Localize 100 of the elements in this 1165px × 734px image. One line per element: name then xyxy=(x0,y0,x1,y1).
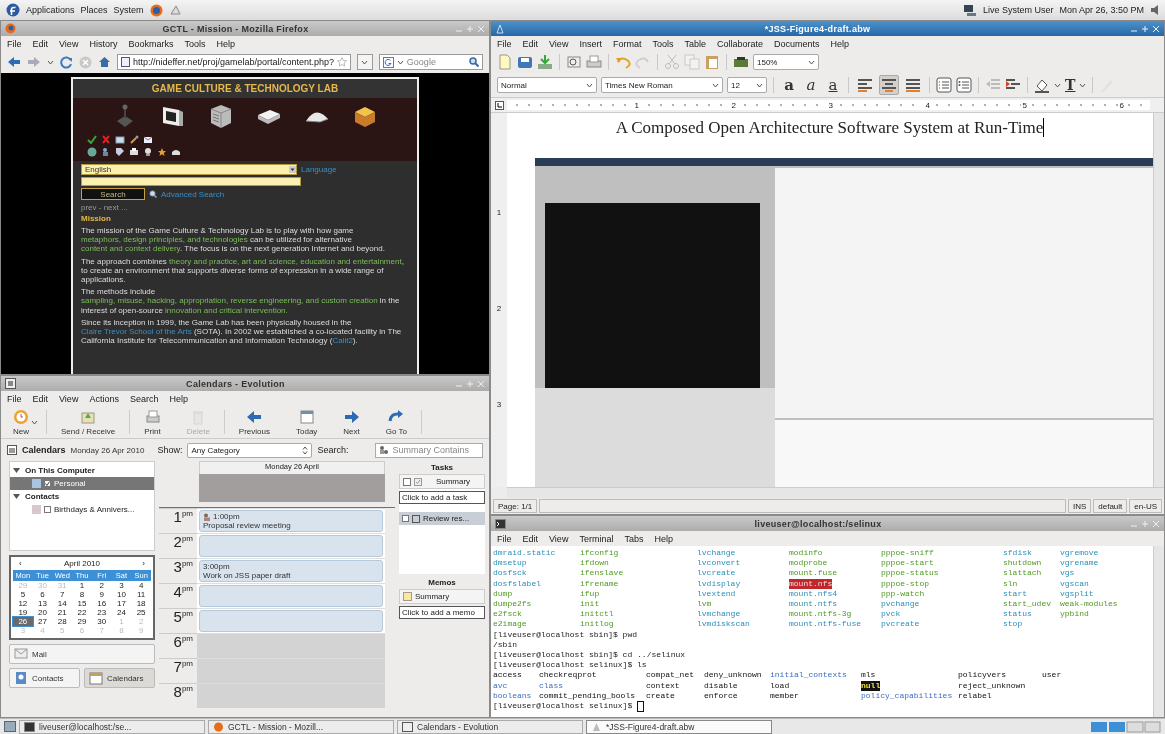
cross-icon[interactable] xyxy=(101,135,111,144)
user-name[interactable]: Live System User xyxy=(982,5,1054,15)
browser-launcher-icon[interactable] xyxy=(149,3,163,17)
menu-item[interactable]: Edit xyxy=(32,393,49,404)
menu-item[interactable]: View xyxy=(59,38,79,49)
day-cell[interactable]: 29 xyxy=(72,617,92,626)
calendars-button[interactable]: Calendars xyxy=(84,668,155,688)
menu-item[interactable]: Edit xyxy=(32,38,49,49)
taskbar-button[interactable]: Calendars - Evolution xyxy=(397,719,583,734)
day-cell[interactable]: 17 xyxy=(111,599,132,608)
today-button[interactable]: Today xyxy=(284,408,330,436)
menu-item[interactable]: Insert xyxy=(579,38,602,49)
search-icon[interactable] xyxy=(149,190,157,198)
people-icon[interactable] xyxy=(101,147,111,157)
category-dropdown[interactable]: Any Category xyxy=(187,442,313,458)
next-button[interactable]: Next xyxy=(331,408,372,436)
fill-color-icon[interactable] xyxy=(1034,77,1050,93)
fedora-logo-icon[interactable] xyxy=(6,3,20,17)
back-icon[interactable] xyxy=(7,56,21,68)
menu-item[interactable]: Tools xyxy=(652,38,674,49)
vertical-scrollbar[interactable] xyxy=(1153,113,1164,487)
day-cell[interactable]: 24 xyxy=(111,608,132,617)
menu-item[interactable]: Help xyxy=(830,38,850,49)
calendar-item[interactable]: Personal xyxy=(10,477,154,490)
menu-item[interactable]: Help xyxy=(654,533,673,544)
star-icon[interactable] xyxy=(337,57,347,67)
wrench-icon[interactable] xyxy=(129,135,139,144)
tab-stop-icon[interactable] xyxy=(494,100,504,110)
text-color-button[interactable]: T xyxy=(1065,77,1076,93)
clock[interactable]: Mon Apr 26, 3:50 PM xyxy=(1059,5,1144,15)
network-icon[interactable] xyxy=(962,3,977,17)
checkbox[interactable] xyxy=(402,515,409,522)
medal-icon[interactable] xyxy=(157,147,167,157)
link[interactable]: sampling, misuse, hacking, appropriation, reverse engineering, xyxy=(81,296,304,306)
home-icon[interactable] xyxy=(98,56,111,68)
card-icon[interactable] xyxy=(115,135,125,144)
day-cell[interactable]: 12 xyxy=(13,599,33,608)
expanded-arrow-icon[interactable] xyxy=(13,493,20,500)
link[interactable]: Claire Trevor School of the Arts xyxy=(81,327,192,337)
menu-item[interactable]: Bookmarks xyxy=(128,38,174,49)
search-button[interactable]: Search xyxy=(81,188,145,200)
language-select[interactable]: English xyxy=(81,164,297,175)
menu-item[interactable]: Edit xyxy=(522,533,539,544)
day-cell[interactable]: 9 xyxy=(91,590,112,599)
search-field[interactable] xyxy=(81,177,301,186)
reload-icon[interactable] xyxy=(60,55,73,69)
contacts-button[interactable]: Contacts xyxy=(9,668,80,688)
link[interactable]: and custom creation xyxy=(303,296,378,306)
search-options-icon[interactable] xyxy=(379,445,390,455)
new-button[interactable]: New xyxy=(7,408,44,436)
language-link[interactable]: Language xyxy=(301,165,337,174)
search-icon[interactable] xyxy=(469,57,479,67)
search-engine-icon[interactable] xyxy=(382,56,394,68)
menu-item[interactable]: Help xyxy=(216,38,235,49)
tag-icon[interactable] xyxy=(115,147,125,157)
save-icon[interactable] xyxy=(517,54,533,70)
advanced-search-link[interactable]: Advanced Search xyxy=(161,189,225,199)
mail-button[interactable]: Mail xyxy=(9,644,155,664)
calendar-app-icon[interactable] xyxy=(5,378,16,389)
search-field[interactable]: Summary Contains xyxy=(375,442,483,458)
day-cell[interactable]: 1 xyxy=(72,581,92,590)
day-cell[interactable]: 23 xyxy=(91,608,112,617)
day-cell[interactable]: 7 xyxy=(52,590,73,599)
italic-button[interactable]: a xyxy=(802,76,820,94)
close-icon[interactable] xyxy=(1152,24,1160,33)
print-preview-icon[interactable] xyxy=(566,54,582,70)
day-cell[interactable]: 19 xyxy=(13,608,33,617)
print-button[interactable]: Print xyxy=(132,408,173,436)
volume-icon[interactable] xyxy=(1150,4,1159,16)
checkbox[interactable] xyxy=(44,480,51,487)
link[interactable]: theory and practice, art and science, education and entertainment xyxy=(169,256,402,266)
menu-item[interactable]: Edit xyxy=(522,38,539,49)
send-button[interactable]: Send / Receive xyxy=(49,408,128,436)
link[interactable]: Calit2 xyxy=(332,336,353,346)
link[interactable]: innovation and critical intervention. xyxy=(165,305,288,315)
day-cell[interactable]: 4 xyxy=(131,581,151,590)
zoom-dropdown[interactable]: 150% xyxy=(753,54,819,70)
menu-item[interactable]: Tabs xyxy=(624,533,644,544)
envelope-icon[interactable] xyxy=(143,135,153,144)
menu-item[interactable]: Format xyxy=(612,38,642,49)
image-icon[interactable] xyxy=(733,54,749,70)
caret-icon[interactable] xyxy=(396,59,404,65)
browser-icon[interactable] xyxy=(5,23,16,34)
numbered-list-icon[interactable] xyxy=(936,77,952,93)
group-header[interactable]: Contacts xyxy=(10,490,154,503)
server-icon[interactable] xyxy=(208,103,234,129)
day-cell[interactable]: 27 xyxy=(32,617,53,626)
day-cell[interactable]: 11 xyxy=(131,590,151,599)
menu-item[interactable]: Tools xyxy=(184,38,206,49)
menu-item[interactable]: File xyxy=(7,393,22,404)
underline-button[interactable]: a xyxy=(824,76,842,94)
event-block[interactable]: 3:00pm Work on JSS paper draft xyxy=(199,560,383,582)
day-cell[interactable]: 20 xyxy=(32,608,53,617)
day-cell[interactable]: 25 xyxy=(131,608,151,617)
panel-menu[interactable]: Applications xyxy=(26,5,75,15)
globe-icon[interactable] xyxy=(87,147,97,157)
next-month-button[interactable]: › xyxy=(142,559,145,568)
menu-item[interactable]: Actions xyxy=(89,393,119,404)
menu-item[interactable]: View xyxy=(59,393,79,404)
menu-item[interactable]: File xyxy=(7,38,22,49)
